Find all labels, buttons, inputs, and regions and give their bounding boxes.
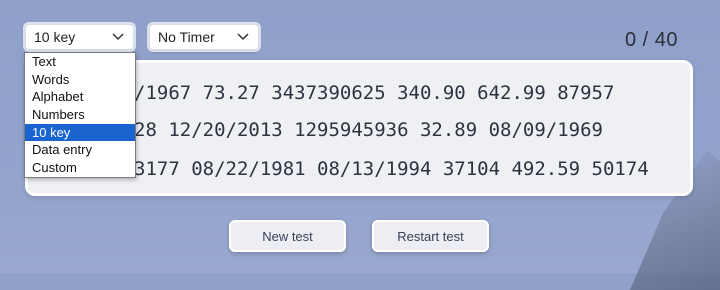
mode-option-alphabet[interactable]: Alphabet	[25, 88, 135, 106]
mode-option-text[interactable]: Text	[25, 53, 135, 71]
text-line: 3177 08/22/1981 08/13/1994 37104 492.59 …	[134, 158, 649, 180]
progress-counter: 0 / 40	[624, 29, 678, 51]
timer-select[interactable]: No Timer	[149, 24, 259, 50]
text-line: 28 12/20/2013 1295945936 32.89 08/09/196…	[134, 119, 603, 141]
mode-option-words[interactable]: Words	[25, 71, 135, 89]
mode-option-custom[interactable]: Custom	[25, 159, 135, 177]
chevron-down-icon	[111, 30, 125, 44]
timer-select-value: No Timer	[158, 29, 215, 45]
mode-dropdown-list[interactable]: Text Words Alphabet Numbers 10 key Data …	[24, 52, 136, 178]
text-line: /1967 73.27 3437390625 340.90 642.99 879…	[134, 82, 615, 104]
new-test-button[interactable]: New test	[229, 220, 346, 252]
mode-option-data-entry[interactable]: Data entry	[25, 141, 135, 159]
mode-option-numbers[interactable]: Numbers	[25, 106, 135, 124]
restart-test-button[interactable]: Restart test	[372, 220, 489, 252]
chevron-down-icon	[236, 30, 250, 44]
mode-option-10-key[interactable]: 10 key	[25, 123, 135, 142]
mode-select[interactable]: 10 key	[25, 24, 134, 50]
mode-select-value: 10 key	[34, 29, 76, 45]
